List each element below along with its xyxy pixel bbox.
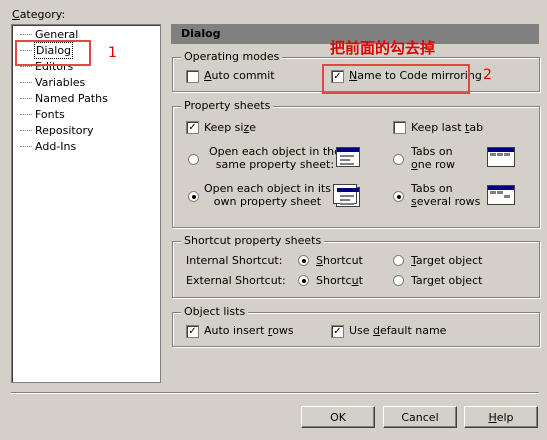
one-row-tabs-icon <box>487 147 515 167</box>
auto-insert-rows-checkbox[interactable]: ✓ <box>186 325 199 338</box>
multiple-sheets-icon <box>333 184 360 207</box>
annotation-number-1: 1 <box>108 45 117 61</box>
use-default-name-checkbox[interactable]: ✓ <box>331 325 344 338</box>
ok-button[interactable]: OK <box>301 406 375 428</box>
own-sheet-radio[interactable] <box>188 191 199 202</box>
category-label: Category: <box>12 8 66 21</box>
internal-target-radio[interactable] <box>393 255 404 266</box>
keep-size-checkbox[interactable]: ✓ <box>186 121 199 134</box>
several-rows-tabs-icon <box>487 185 515 205</box>
use-default-name-label[interactable]: Use default name <box>349 324 446 337</box>
annotation-number-2: 2 <box>483 67 492 83</box>
help-button[interactable]: Help <box>464 406 538 428</box>
object-lists-group: Object lists ✓ Auto insert rows ✓ Use de… <box>172 305 540 347</box>
internal-shortcut-radio[interactable] <box>298 255 309 266</box>
property-sheets-group: Property sheets ✓ Keep size Keep last ta… <box>172 99 540 228</box>
footer-separator <box>11 392 539 394</box>
shortcut-sheets-title: Shortcut property sheets <box>181 234 325 247</box>
own-sheet-label[interactable]: Open each object in its own property she… <box>204 182 331 208</box>
internal-target-label[interactable]: Target object <box>411 254 482 267</box>
property-sheets-title: Property sheets <box>181 99 274 112</box>
auto-commit-checkbox[interactable] <box>186 70 199 83</box>
annotation-box-2 <box>322 64 470 94</box>
several-rows-label[interactable]: Tabs on several rows <box>411 182 480 208</box>
tree-item-repository[interactable]: Repository <box>20 123 95 138</box>
annotation-instruction: 把前面的勾去掉 <box>330 39 436 57</box>
external-shortcut-option-label[interactable]: Shortcut <box>316 274 363 287</box>
keep-last-tab-checkbox[interactable] <box>393 121 406 134</box>
category-tree[interactable]: General Dialog Editors Variables Named P… <box>11 24 161 383</box>
keep-last-tab-label[interactable]: Keep last tab <box>411 121 483 134</box>
tree-item-variables[interactable]: Variables <box>20 75 86 90</box>
internal-shortcut-label: Internal Shortcut: <box>186 254 283 267</box>
external-target-radio[interactable] <box>393 275 404 286</box>
object-lists-title: Object lists <box>181 305 249 318</box>
external-shortcut-label: External Shortcut: <box>186 274 286 287</box>
auto-insert-rows-label[interactable]: Auto insert rows <box>204 324 294 337</box>
internal-shortcut-option-label[interactable]: Shortcut <box>316 254 363 267</box>
keep-size-label[interactable]: Keep size <box>204 121 256 134</box>
external-shortcut-radio[interactable] <box>298 275 309 286</box>
tree-item-fonts[interactable]: Fonts <box>20 107 66 122</box>
shortcut-sheets-group: Shortcut property sheets Internal Shortc… <box>172 234 540 298</box>
same-sheet-label[interactable]: Open each object in the same property sh… <box>209 145 341 171</box>
tree-item-named-paths[interactable]: Named Paths <box>20 91 109 106</box>
annotation-box-1 <box>15 40 91 66</box>
same-sheet-radio[interactable] <box>188 154 199 165</box>
single-sheet-icon <box>336 147 360 167</box>
one-row-label[interactable]: Tabs on one row <box>411 145 455 171</box>
tree-item-add-ins[interactable]: Add-Ins <box>20 139 77 154</box>
cancel-button[interactable]: Cancel <box>383 406 457 428</box>
several-rows-radio[interactable] <box>393 191 404 202</box>
auto-commit-label[interactable]: Auto commit <box>204 69 275 82</box>
one-row-radio[interactable] <box>393 154 404 165</box>
operating-modes-title: Operating modes <box>181 50 283 63</box>
external-target-label[interactable]: Target object <box>411 274 482 287</box>
